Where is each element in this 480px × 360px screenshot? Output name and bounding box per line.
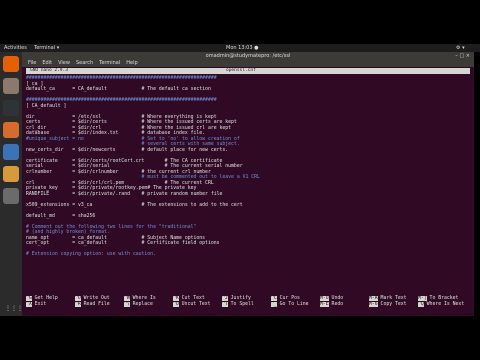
shortcut-row: ^X Exit ^R Read File ^\ Replace ^U Uncut Te… bbox=[26, 302, 470, 308]
activities-button[interactable]: Activities bbox=[4, 44, 27, 52]
shortcut-item[interactable]: ^X Exit bbox=[26, 302, 46, 308]
clock[interactable]: Mon 13:03 ● bbox=[226, 44, 259, 52]
shortcut-label: Write Out bbox=[80, 296, 110, 301]
firefox-icon[interactable] bbox=[3, 56, 19, 72]
shortcut-label: Uncut Text bbox=[178, 302, 211, 307]
menu-edit[interactable]: Edit bbox=[42, 60, 52, 66]
app-menu-button[interactable]: Terminal ▾ bbox=[34, 44, 59, 52]
editor-line: # Extension copying option: use with cau… bbox=[26, 252, 156, 257]
shortcut-item[interactable]: ^T To Spell bbox=[222, 302, 254, 308]
menu-help[interactable]: Help bbox=[126, 60, 137, 66]
menu-view[interactable]: View bbox=[58, 60, 70, 66]
shortcut-key: M-] bbox=[418, 296, 427, 301]
shortcut-label: Redo bbox=[328, 302, 344, 307]
terminal-window: omadmin@studymatepro: /etc/ssl – □ × Fil… bbox=[22, 52, 474, 316]
shortcut-label: Where Is Next bbox=[423, 302, 465, 307]
amazon-icon[interactable] bbox=[3, 166, 19, 182]
shortcut-label: Mark Text bbox=[377, 296, 407, 301]
shortcut-item[interactable]: M-6 Copy Text bbox=[369, 302, 407, 308]
shortcut-item[interactable]: ^U Uncut Text bbox=[173, 302, 211, 308]
menu-search[interactable]: Search bbox=[76, 60, 93, 66]
help-icon[interactable] bbox=[3, 144, 19, 160]
shortcut-key: M-A bbox=[369, 296, 378, 301]
settings-icon[interactable] bbox=[3, 188, 19, 204]
files-icon[interactable] bbox=[3, 78, 19, 94]
menu-terminal[interactable]: Terminal bbox=[99, 60, 120, 66]
shortcut-label: Replace bbox=[129, 302, 153, 307]
shortcut-label: Get Help bbox=[31, 296, 58, 301]
shortcut-item[interactable]: ^R Read File bbox=[75, 302, 110, 308]
nano-filename: openssl.cnf bbox=[226, 68, 256, 73]
shortcut-label: Cur Pos bbox=[276, 296, 300, 301]
shortcut-label: To Spell bbox=[227, 302, 254, 307]
software-icon[interactable] bbox=[3, 122, 19, 138]
nano-version: GNU nano 2.9.3 bbox=[30, 68, 68, 73]
terminal-menubar: File Edit View Search Terminal Help bbox=[22, 60, 474, 67]
shortcut-item[interactable]: ^\ Replace bbox=[124, 302, 153, 308]
shortcut-label: Where Is bbox=[129, 296, 156, 301]
shortcut-label: Go To Line bbox=[276, 302, 309, 307]
shortcut-label: Cut Text bbox=[178, 296, 205, 301]
dock: ⋮⋮⋮ bbox=[0, 52, 23, 316]
shortcut-key: M-6 bbox=[369, 302, 378, 307]
shortcut-key: M-E bbox=[320, 302, 329, 307]
gnome-top-bar: Activities Terminal ▾ Mon 13:03 ● ⚙ ▾ bbox=[0, 44, 480, 52]
editor-content[interactable]: ########################################… bbox=[26, 76, 470, 258]
window-title: omadmin@studymatepro: /etc/ssl bbox=[205, 53, 291, 59]
window-titlebar[interactable]: omadmin@studymatepro: /etc/ssl – □ × bbox=[22, 52, 474, 60]
shortcut-item[interactable]: ^Q Where Is Next bbox=[418, 302, 464, 308]
shortcut-item[interactable]: ^_ Go To Line bbox=[271, 302, 309, 308]
menu-file[interactable]: File bbox=[28, 60, 36, 66]
shortcut-label: Justify bbox=[227, 296, 251, 301]
system-menu-button[interactable]: ⚙ ▾ bbox=[456, 44, 465, 52]
terminal-icon[interactable] bbox=[3, 100, 19, 116]
nano-shortcut-bar: ^G Get Help ^O Write Out ^W Where Is ^K Cut… bbox=[26, 296, 470, 308]
shortcut-label: To Bracket bbox=[426, 296, 459, 301]
shortcut-label: Undo bbox=[328, 296, 344, 301]
shortcut-label: Read File bbox=[80, 302, 110, 307]
shortcut-label: Copy Text bbox=[377, 302, 407, 307]
shortcut-label: Exit bbox=[31, 302, 47, 307]
show-applications-icon[interactable]: ⋮⋮⋮ bbox=[5, 306, 23, 314]
window-controls[interactable]: – □ × bbox=[455, 52, 470, 60]
shortcut-item[interactable]: M-E Redo bbox=[320, 302, 343, 308]
nano-header: GNU nano 2.9.3 openssl.cnf bbox=[26, 68, 470, 74]
shortcut-key: M-U bbox=[320, 296, 329, 301]
